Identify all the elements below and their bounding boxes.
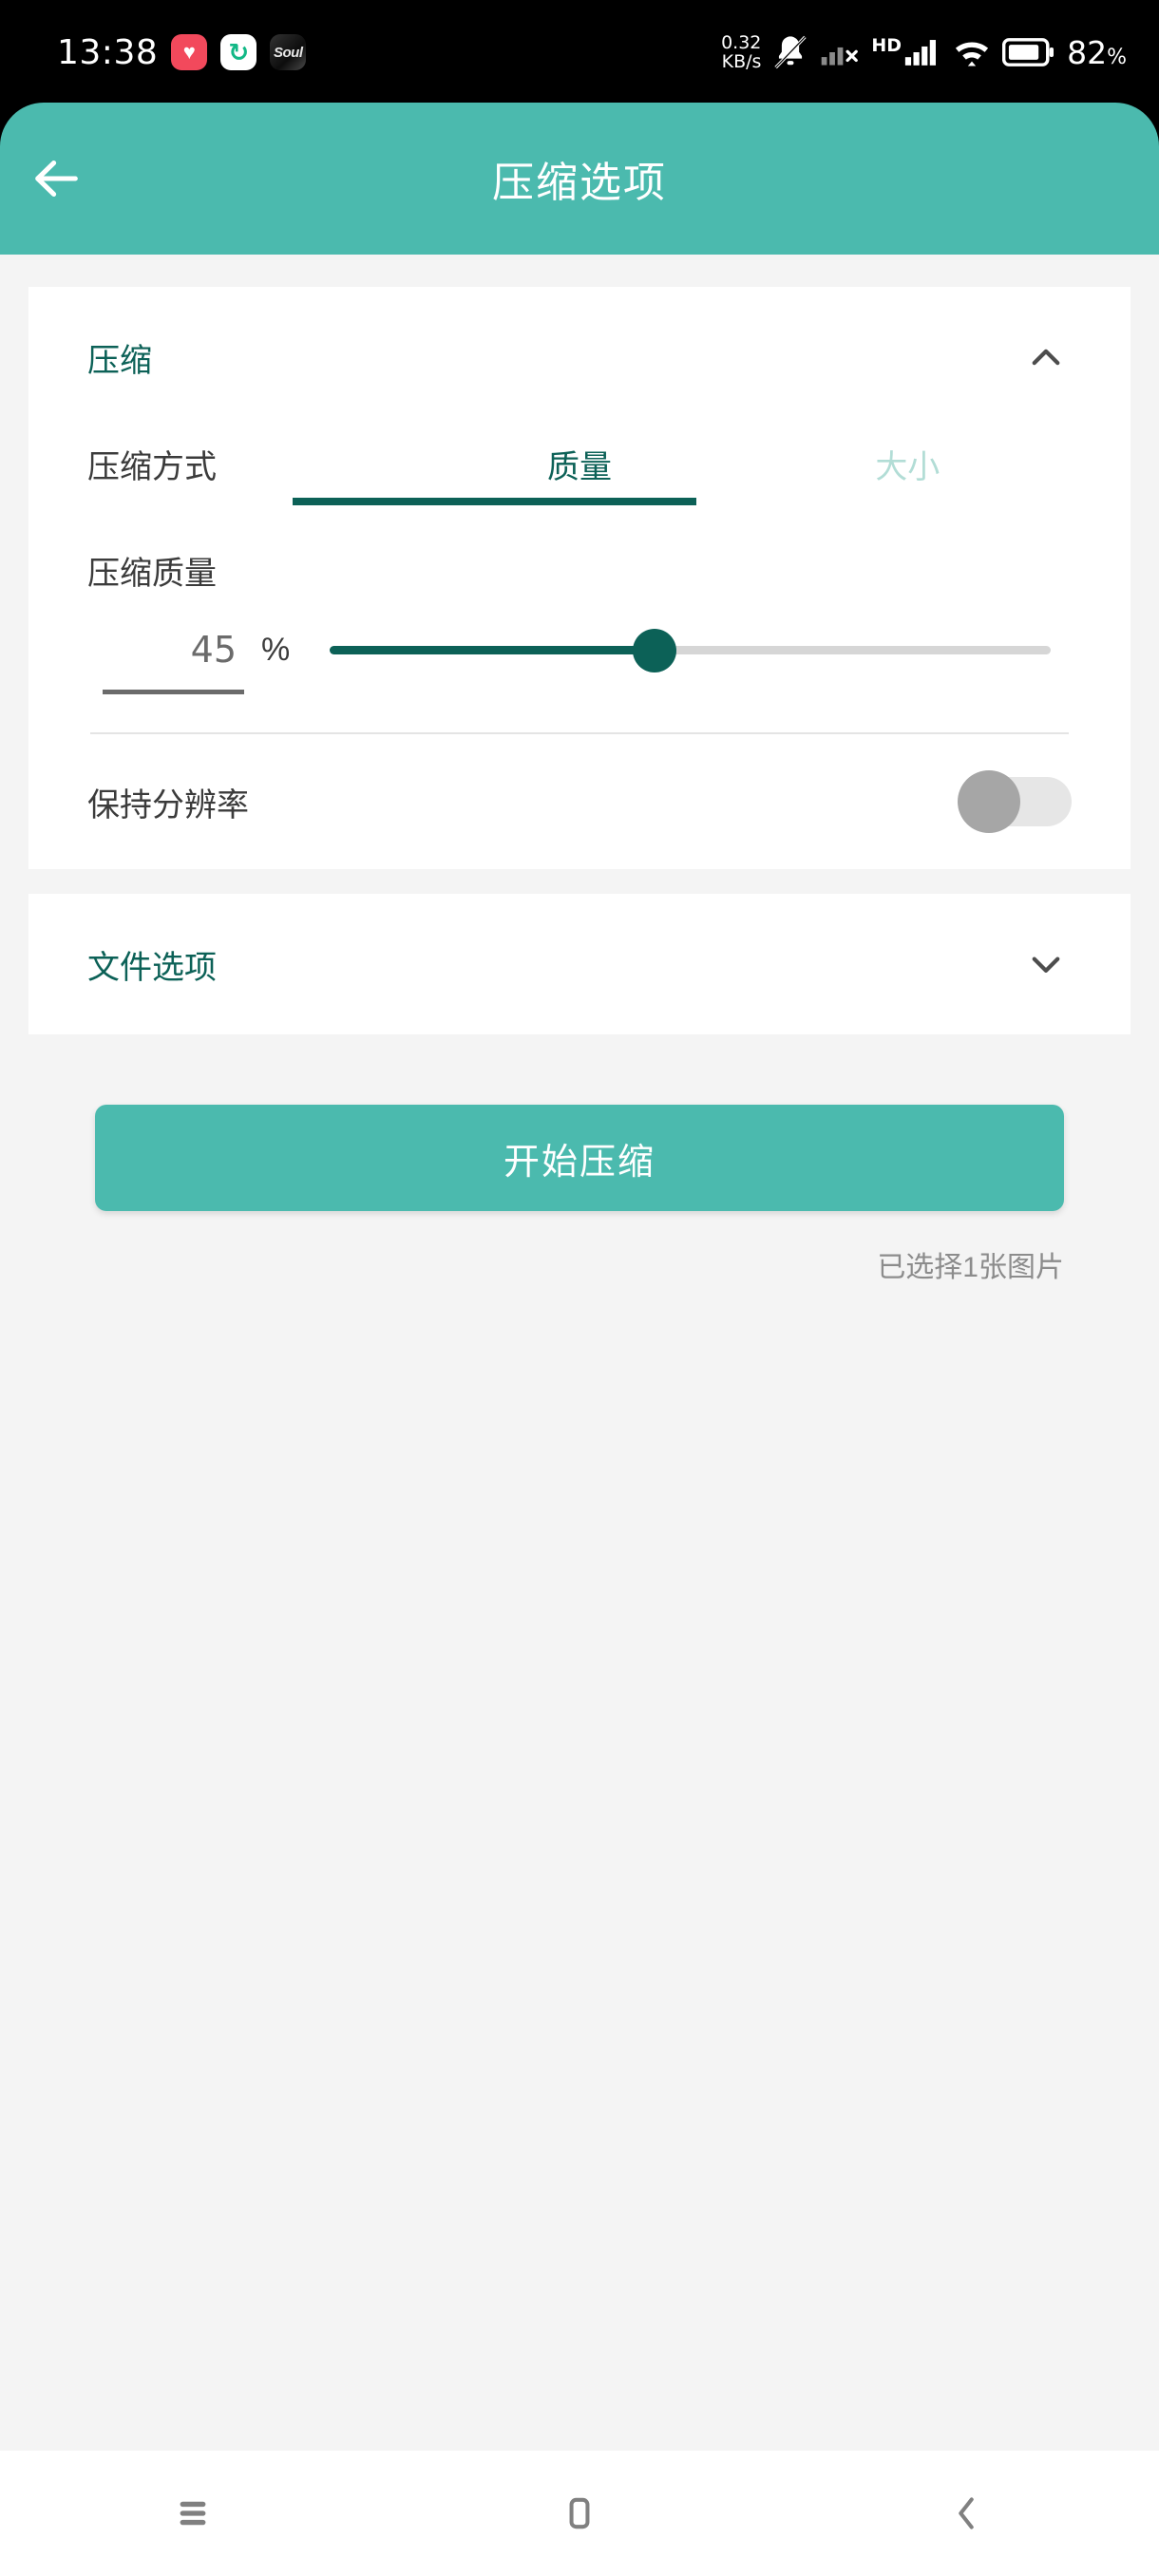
toggle-knob <box>958 770 1020 833</box>
battery-percent: 82% <box>1067 34 1127 71</box>
heart-app-icon-glyph: ♥ <box>182 40 196 64</box>
compression-section-header[interactable]: 压缩 <box>28 287 1130 427</box>
compression-method-tabs: 压缩方式 质量 大小 <box>28 427 1130 540</box>
quality-slider-fill <box>330 646 655 654</box>
compression-section-title: 压缩 <box>87 342 152 379</box>
quality-input-group: 45 <box>87 629 244 694</box>
page-title: 压缩选项 <box>492 160 667 206</box>
heart-app-icon: ♥ <box>171 34 208 70</box>
signal-no-service-icon <box>822 47 859 66</box>
home-icon <box>569 2497 590 2529</box>
quality-input-underline <box>103 689 244 694</box>
recents-icon <box>180 2501 206 2526</box>
chevron-up-icon[interactable] <box>1020 331 1072 383</box>
mute-icon <box>774 35 808 69</box>
quality-value-input[interactable]: 45 <box>87 629 244 690</box>
keep-resolution-toggle[interactable] <box>958 770 1072 833</box>
back-button[interactable] <box>0 103 114 255</box>
back-arrow-icon <box>35 161 78 197</box>
chevron-down-icon[interactable] <box>1020 938 1072 990</box>
file-options-section-title: 文件选项 <box>87 949 217 986</box>
status-clock: 13:38 <box>57 32 159 72</box>
battery-percent-unit: % <box>1107 45 1127 69</box>
start-compression-button[interactable]: 开始压缩 <box>95 1105 1064 1211</box>
page-content: 压缩 压缩方式 质量 大小 压缩质量 45 % 保持分辨率 文件选项 开始压缩 … <box>0 255 1159 2451</box>
keep-resolution-label: 保持分辨率 <box>87 786 249 824</box>
back-nav-button[interactable] <box>772 2451 1159 2576</box>
network-speed: 0.32 KB/s <box>721 33 761 71</box>
soul-app-icon: Soul <box>270 34 307 70</box>
home-button[interactable] <box>387 2451 773 2576</box>
back-icon <box>958 2497 974 2529</box>
recycle-app-icon-glyph: ↻ <box>228 38 250 66</box>
recents-button[interactable] <box>0 2451 387 2576</box>
status-bar-left: 13:38 ♥ ↻ Soul <box>57 32 307 72</box>
quality-slider[interactable] <box>330 621 1051 678</box>
system-navigation-bar <box>0 2451 1159 2576</box>
quality-percent-unit: % <box>261 631 291 668</box>
tab-size[interactable]: 大小 <box>744 427 1072 487</box>
compression-quality-control: 45 % <box>28 594 1130 708</box>
battery-percent-value: 82 <box>1067 33 1108 71</box>
hd-icon: HD <box>871 35 902 56</box>
hd-signal-group: HD <box>871 34 941 70</box>
signal-bars-icon <box>904 40 937 66</box>
battery-icon <box>1002 38 1054 66</box>
network-speed-unit: KB/s <box>721 51 762 72</box>
start-compression-wrap: 开始压缩 <box>0 1034 1159 1211</box>
wifi-icon <box>956 42 989 66</box>
file-options-card: 文件选项 <box>28 894 1130 1034</box>
quality-slider-thumb[interactable] <box>632 629 676 672</box>
tab-active-indicator <box>293 498 696 505</box>
status-bar-right: 0.32 KB/s HD 82% <box>721 32 1127 72</box>
network-speed-value: 0.32 <box>721 32 762 53</box>
compression-quality-label: 压缩质量 <box>87 556 217 592</box>
compression-card: 压缩 压缩方式 质量 大小 压缩质量 45 % 保持分辨率 <box>28 287 1130 869</box>
soul-app-icon-glyph: Soul <box>274 44 303 61</box>
recycle-app-icon: ↻ <box>220 34 257 70</box>
app-bar: 压缩选项 <box>0 103 1159 255</box>
tab-quality[interactable]: 质量 <box>415 427 743 487</box>
selected-images-note: 已选择1张图片 <box>877 1252 1064 1283</box>
keep-resolution-row[interactable]: 保持分辨率 <box>28 734 1130 869</box>
status-bar: 13:38 ♥ ↻ Soul 0.32 KB/s HD 82% <box>0 0 1159 104</box>
file-options-section-header[interactable]: 文件选项 <box>28 894 1130 1034</box>
compression-method-label: 压缩方式 <box>87 449 217 485</box>
